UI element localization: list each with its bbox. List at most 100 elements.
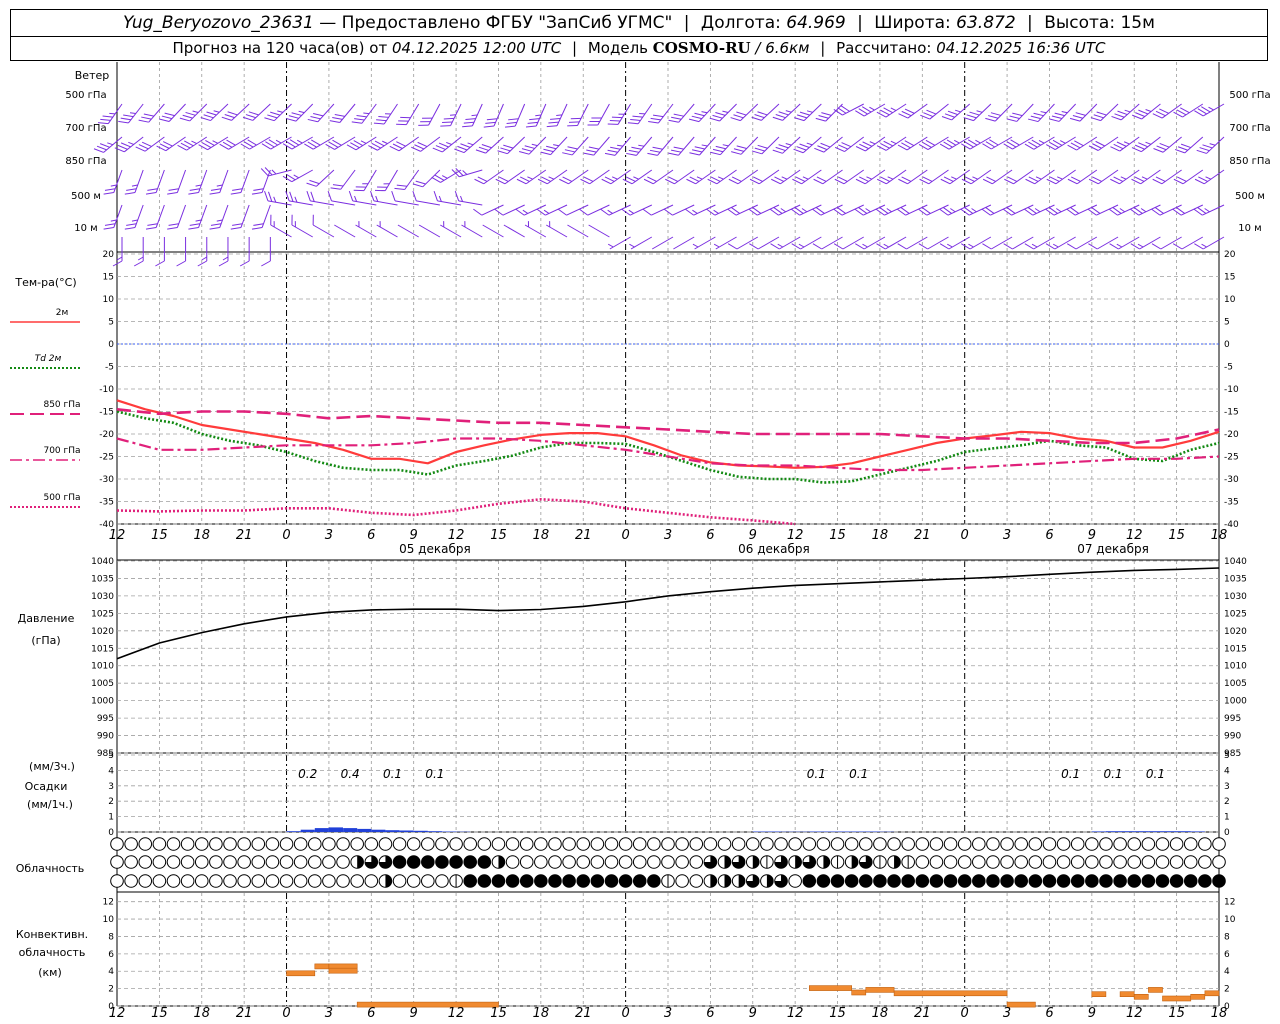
- cloud-symbol: [138, 837, 153, 851]
- y-tick-right: -30: [1224, 475, 1239, 485]
- cloud-circle: [1212, 855, 1226, 869]
- precip-3h-label: 0.1: [1103, 767, 1122, 781]
- cloud-symbol: [788, 837, 802, 851]
- cloud-circle: [1028, 837, 1043, 851]
- wind-barb: [982, 169, 1013, 185]
- cloud-symbol: [830, 874, 845, 888]
- cloud-circle: [562, 855, 576, 869]
- x-tick-label: 12: [109, 1006, 126, 1021]
- precip-panel-title: Осадки: [25, 780, 68, 793]
- cloud-symbol: [237, 837, 251, 851]
- y-tick-left: 990: [97, 732, 114, 742]
- wind-barb: [604, 136, 631, 156]
- cloud-symbol: [745, 874, 760, 888]
- x-tick-label: 15: [829, 528, 846, 543]
- precip-bar: [314, 828, 329, 832]
- precip-bar: [371, 829, 386, 832]
- wind-barb: [251, 169, 271, 195]
- wind-barb: [1110, 169, 1140, 185]
- y-tick-left: 5: [108, 318, 114, 328]
- cloud-symbol: [929, 874, 944, 888]
- wind-barb: [647, 136, 674, 156]
- wind-barb-flag: [462, 125, 473, 128]
- wind-barb: [898, 103, 928, 119]
- cloud-circle: [675, 855, 689, 869]
- cloud-symbol: [788, 855, 802, 869]
- wind-barb: [814, 136, 843, 153]
- cloud-circle: [661, 837, 675, 851]
- precip-bar: [851, 831, 866, 832]
- cloud-symbol: [943, 874, 958, 888]
- conv-bar: [1190, 993, 1206, 1000]
- wind-barb: [1046, 169, 1076, 185]
- cloud-circle: [350, 837, 364, 851]
- cloud-circle: [816, 837, 831, 851]
- wind-barb: [834, 136, 865, 152]
- wind-barb-flag: [1109, 243, 1119, 250]
- date-label: 07 декабря: [1077, 542, 1149, 556]
- cloud-symbol: [307, 874, 322, 888]
- x-tick-label: 21: [236, 528, 253, 543]
- cloud-circle: [223, 837, 237, 851]
- cloud-circle: [435, 837, 449, 851]
- y-tick-right: -35: [1224, 498, 1239, 508]
- precip-bar: [413, 830, 428, 832]
- cloud-symbol: [1085, 837, 1099, 851]
- meteogram: 20 2015 1510 105 50 0-5 -5-10 -10-15 -15-20 -20-2…: [10, 62, 1271, 1021]
- x-tick-label: 15: [490, 528, 507, 543]
- cloud-symbol: [279, 837, 294, 851]
- cloud-circle: [180, 874, 195, 888]
- wind-level-label-left: 700 гПа: [65, 123, 106, 134]
- cloud-circle: [1113, 837, 1127, 851]
- cloud-circle: [957, 837, 972, 851]
- cloud-circle: [1155, 855, 1170, 869]
- wind-barb: [963, 103, 992, 122]
- cloud-circle: [604, 855, 619, 869]
- wind-barb: [1004, 169, 1034, 185]
- cloud-circle: [138, 874, 153, 888]
- x-tick-label: 0: [961, 528, 969, 543]
- cloud-circle: [152, 874, 167, 888]
- y-tick-right: 1005: [1224, 679, 1247, 689]
- wind-barb: [483, 103, 504, 128]
- cloud-circle: [915, 837, 930, 851]
- cloud-symbol: [110, 855, 124, 869]
- y-tick-left: 1000: [91, 697, 114, 707]
- cloud-symbol: [223, 837, 237, 851]
- cloud-symbol: [717, 855, 732, 869]
- y-tick-left: 20: [103, 250, 115, 260]
- x-tick-label: 6: [706, 528, 714, 543]
- cloud-circle: [336, 837, 350, 851]
- wind-barb: [462, 103, 483, 128]
- conv-bar: [286, 970, 316, 977]
- cloud-symbol: [519, 837, 534, 851]
- precip-bar: [427, 831, 442, 832]
- cloud-circle: [251, 874, 266, 888]
- wind-barb: [351, 103, 377, 124]
- wind-barb-flag: [176, 260, 186, 267]
- y-tick-right: 1010: [1224, 662, 1247, 672]
- cloud-half: [766, 874, 774, 888]
- pressure-panel-unit: (гПа): [31, 634, 60, 647]
- precip-3h-label: 0.2: [298, 767, 317, 781]
- wind-barb: [264, 103, 292, 122]
- wind-barb: [607, 103, 632, 125]
- wind-barb: [475, 136, 504, 154]
- x-tick-label: 3: [664, 528, 672, 543]
- y-tick-left: 2: [108, 797, 114, 807]
- y-tick-right: 995: [1224, 714, 1241, 724]
- cloud-circle: [124, 855, 138, 869]
- x-tick-label: 12: [109, 528, 126, 543]
- cloud-symbol: [1042, 855, 1057, 869]
- cloud-symbol: [449, 855, 463, 869]
- wind-barb: [772, 103, 801, 121]
- precip-unit-3h: (мм/3ч.): [29, 760, 75, 773]
- cloud-circle: [675, 874, 689, 888]
- cloud-symbol: [774, 855, 788, 869]
- wind-barb: [546, 221, 568, 238]
- cloud-circle: [943, 855, 958, 869]
- cloud-circle: [604, 837, 619, 851]
- cloud-symbol: [548, 855, 562, 869]
- wind-barb-flag: [473, 208, 483, 216]
- cloud-symbol: [491, 837, 506, 851]
